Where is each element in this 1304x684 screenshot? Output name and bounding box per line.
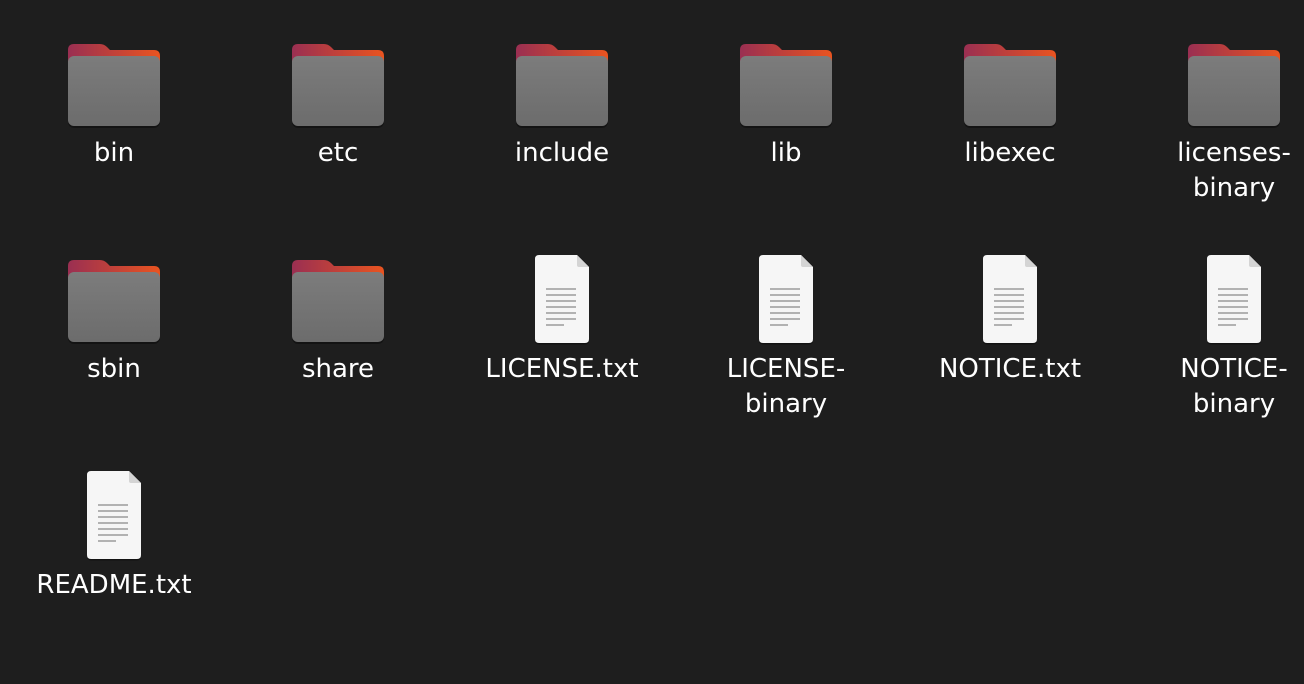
file-item-license-binary[interactable]: LICENSE- binary (674, 252, 898, 468)
item-label: NOTICE.txt (938, 354, 1082, 384)
item-label: README.txt (36, 570, 192, 600)
item-label: LICENSE- binary (726, 354, 846, 419)
folder-icon (66, 252, 162, 348)
folder-item-sbin[interactable]: sbin (2, 252, 226, 468)
folder-icon (290, 252, 386, 348)
text-file-icon (738, 252, 834, 348)
file-grid: bin etc include lib libexec licenses- bi… (2, 36, 1304, 684)
folder-icon (514, 36, 610, 132)
item-label: libexec (964, 138, 1056, 168)
item-label: lib (770, 138, 802, 168)
text-file-icon (962, 252, 1058, 348)
file-item-readme-txt[interactable]: README.txt (2, 468, 226, 684)
item-label: NOTICE- binary (1180, 354, 1288, 419)
folder-item-libexec[interactable]: libexec (898, 36, 1122, 252)
item-label: share (301, 354, 375, 384)
item-label: licenses- binary (1177, 138, 1291, 203)
text-file-icon (1186, 252, 1282, 348)
folder-icon (738, 36, 834, 132)
item-label: etc (317, 138, 359, 168)
folder-item-licenses-binary[interactable]: licenses- binary (1122, 36, 1304, 252)
file-item-notice-binary[interactable]: NOTICE- binary (1122, 252, 1304, 468)
folder-item-bin[interactable]: bin (2, 36, 226, 252)
file-item-license-txt[interactable]: LICENSE.txt (450, 252, 674, 468)
item-label: bin (93, 138, 135, 168)
folder-icon (1186, 36, 1282, 132)
text-file-icon (66, 468, 162, 564)
folder-item-include[interactable]: include (450, 36, 674, 252)
folder-icon (66, 36, 162, 132)
folder-icon (962, 36, 1058, 132)
folder-item-share[interactable]: share (226, 252, 450, 468)
folder-icon (290, 36, 386, 132)
item-label: LICENSE.txt (485, 354, 639, 384)
folder-item-etc[interactable]: etc (226, 36, 450, 252)
item-label: sbin (87, 354, 141, 384)
file-item-notice-txt[interactable]: NOTICE.txt (898, 252, 1122, 468)
folder-item-lib[interactable]: lib (674, 36, 898, 252)
item-label: include (514, 138, 610, 168)
text-file-icon (514, 252, 610, 348)
